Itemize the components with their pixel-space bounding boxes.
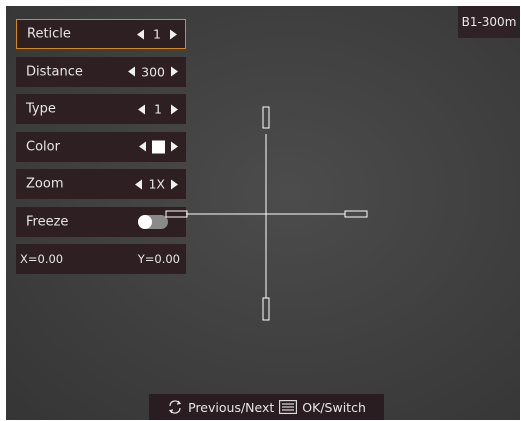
cycle-arrows-icon	[169, 400, 182, 414]
reticle-right-post	[344, 210, 368, 218]
reticle-top-post	[262, 106, 270, 129]
crosshair-reticle	[165, 106, 368, 321]
ok-switch-hint: OK/Switch	[302, 399, 366, 415]
thermal-view: B1-300m Reticle 1 Distance 300 Type 1 Co…	[6, 6, 520, 420]
reticle-bottom-post	[262, 297, 270, 321]
menu-list-icon	[279, 400, 298, 414]
bottom-hint-bar: Previous/Next OK/Switch	[149, 394, 384, 420]
reticle-left-post	[165, 210, 188, 218]
previous-next-hint: Previous/Next	[188, 399, 275, 415]
